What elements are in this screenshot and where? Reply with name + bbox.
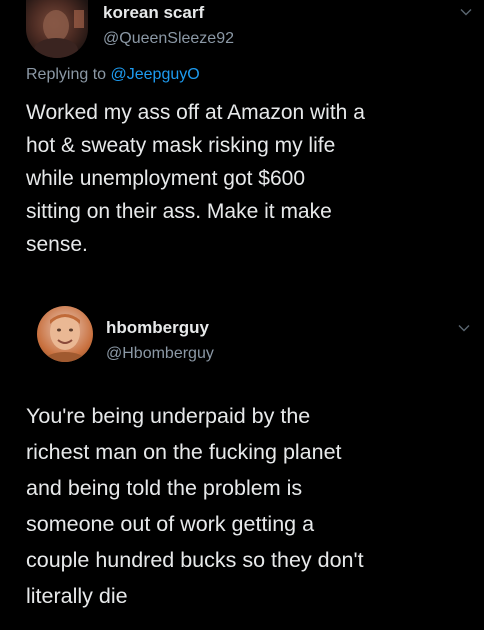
- tweet-text-line: couple hundred bucks so they don't: [26, 548, 364, 572]
- tweet-text-line: sitting on their ass. Make it make: [26, 200, 332, 223]
- tweet-text: You're being underpaid by the richest ma…: [26, 398, 466, 614]
- tweet-text-line: You're being underpaid by the: [26, 404, 311, 428]
- tweet-text-line: sense.: [26, 233, 88, 256]
- tweet-text-line: Worked my ass off at Amazon with a: [26, 101, 365, 124]
- tweet-text-line: literally die: [26, 584, 128, 608]
- tweet-text-line: hot & sweaty mask risking my life: [26, 134, 336, 157]
- tweet-text-line: someone out of work getting a: [26, 512, 315, 536]
- avatar[interactable]: [26, 0, 88, 58]
- replying-to: Replying to @JeepguyO: [26, 66, 200, 84]
- tweet-original: korean scarf @QueenSleeze92 Replying to …: [0, 0, 484, 300]
- user-handle[interactable]: @Hbomberguy: [106, 345, 214, 363]
- avatar-image: [34, 10, 84, 58]
- user-handle[interactable]: @QueenSleeze92: [103, 30, 234, 48]
- display-name[interactable]: korean scarf: [103, 3, 204, 23]
- tweet-reply: hbomberguy @Hbomberguy You're being unde…: [0, 300, 484, 630]
- avatar[interactable]: [37, 306, 93, 362]
- tweet-text-line: richest man on the fucking planet: [26, 440, 342, 464]
- replying-label: Replying to: [26, 66, 107, 83]
- tweet-text-line: while unemployment got $600: [26, 167, 306, 190]
- tweet-text-line: and being told the problem is: [26, 476, 303, 500]
- chevron-down-icon[interactable]: [460, 6, 472, 18]
- chevron-down-icon[interactable]: [458, 322, 470, 334]
- avatar-image: [45, 314, 85, 362]
- mention-link[interactable]: @JeepguyO: [111, 66, 200, 83]
- tweet-text: Worked my ass off at Amazon with a hot &…: [26, 96, 466, 261]
- display-name[interactable]: hbomberguy: [106, 318, 209, 338]
